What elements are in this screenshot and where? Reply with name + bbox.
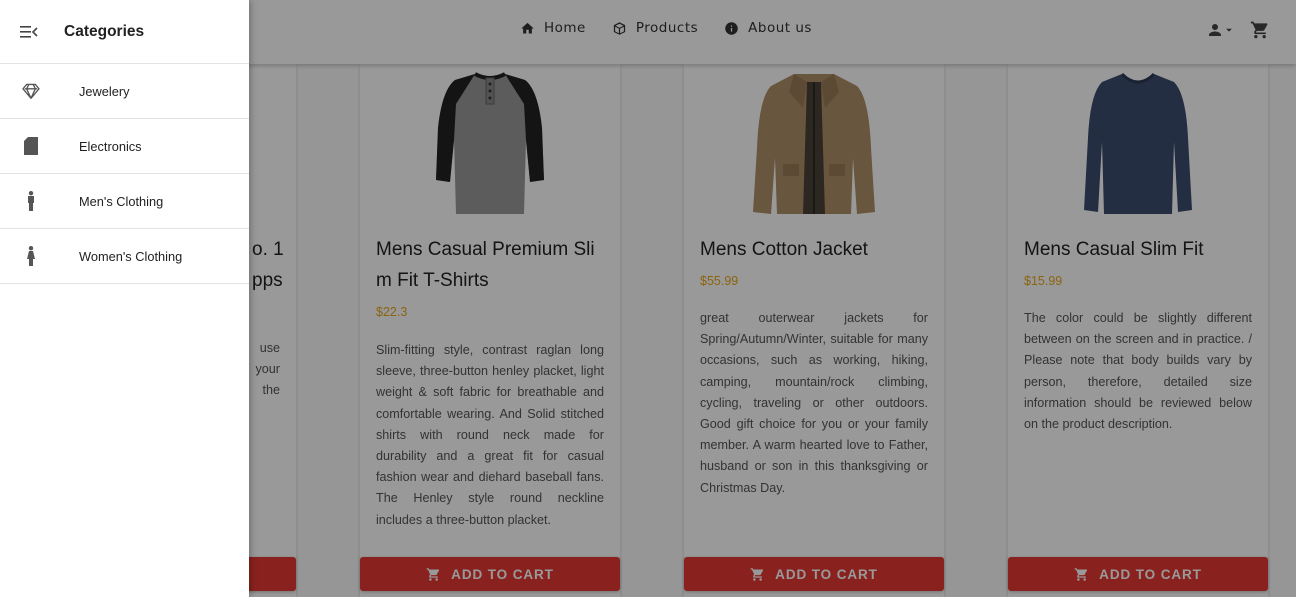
- drawer-header: Categories: [0, 0, 249, 64]
- drawer-title: Categories: [64, 22, 145, 40]
- female-icon: [20, 246, 42, 266]
- category-item-jewelery[interactable]: Jewelery: [0, 64, 249, 119]
- category-label: Women's Clothing: [79, 248, 183, 264]
- category-item-womens-clothing[interactable]: Women's Clothing: [0, 229, 249, 284]
- category-label: Jewelery: [79, 83, 130, 99]
- category-item-electronics[interactable]: Electronics: [0, 119, 249, 174]
- category-label: Men's Clothing: [79, 193, 164, 209]
- menu-close-icon[interactable]: [20, 25, 42, 39]
- male-icon: [20, 191, 42, 211]
- category-item-mens-clothing[interactable]: Men's Clothing: [0, 174, 249, 229]
- category-label: Electronics: [79, 138, 142, 154]
- sd-card-icon: [20, 137, 42, 155]
- gem-icon: [20, 83, 42, 99]
- categories-drawer: Categories Jewelery Electronics Men's Cl…: [0, 0, 249, 597]
